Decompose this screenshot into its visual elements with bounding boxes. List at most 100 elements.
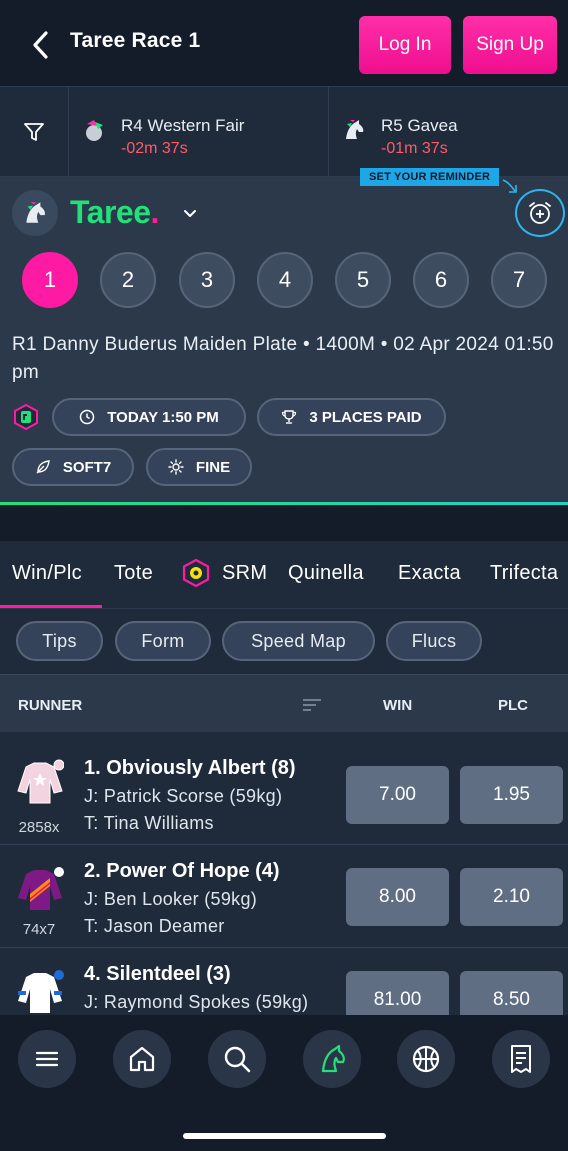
next-race-countdown: -02m 37s — [121, 140, 188, 157]
win-odds-button[interactable]: 81.00 — [346, 971, 449, 1015]
bet-type-tabs: Win/Plc Tote SRM Quinella Exacta Trifect… — [0, 541, 568, 607]
places-paid-text: 3 PLACES PAID — [309, 408, 422, 426]
track-condition-text: SOFT7 — [62, 458, 112, 476]
jockey-silk-icon — [18, 867, 64, 910]
home-indicator — [183, 1133, 386, 1139]
section-gap — [0, 505, 568, 541]
place-odds-button[interactable]: 8.50 — [460, 971, 563, 1015]
horse-head-icon — [26, 202, 45, 223]
clock-icon — [80, 409, 95, 425]
win-odds-button[interactable]: 7.00 — [346, 766, 449, 824]
search-button[interactable] — [208, 1030, 266, 1088]
weather-chip: FINE — [146, 448, 252, 486]
race-number-button[interactable]: 4 — [257, 252, 313, 308]
srm-logo-icon — [182, 558, 210, 588]
weather-text: FINE — [195, 458, 231, 476]
tips-button[interactable]: Tips — [16, 621, 103, 661]
runner-name: 4. Silentdeel (3) — [84, 963, 231, 985]
filter-button[interactable] — [0, 87, 69, 176]
arrow-down-right-icon — [502, 179, 517, 193]
home-icon — [129, 1046, 155, 1072]
jockey-silk-icon — [86, 120, 103, 141]
tab-win-plc[interactable]: Win/Plc — [12, 562, 82, 585]
next-race-countdown: -01m 37s — [381, 140, 448, 157]
page-title: Taree Race 1 — [70, 29, 201, 52]
runner-name: 2. Power Of Hope (4) — [84, 860, 280, 882]
home-button[interactable] — [113, 1030, 171, 1088]
race-description: R1 Danny Buderus Maiden Plate • 1400M • … — [12, 334, 554, 383]
chevron-down-icon[interactable] — [180, 204, 200, 224]
tab-exacta[interactable]: Exacta — [398, 562, 461, 585]
race-number-button[interactable]: 3 — [179, 252, 235, 308]
race-number-button[interactable]: 2 — [100, 252, 156, 308]
race-number-button[interactable]: 1 — [22, 252, 78, 308]
tab-tote[interactable]: Tote — [114, 562, 153, 585]
track-condition-chip: SOFT7 — [12, 448, 134, 486]
horse-head-icon — [346, 120, 364, 139]
jockey-silk-icon — [18, 970, 64, 1013]
sports-button[interactable] — [397, 1030, 455, 1088]
tab-quinella[interactable]: Quinella — [288, 562, 364, 585]
tab-srm[interactable]: SRM — [222, 562, 267, 585]
sun-icon — [168, 459, 184, 475]
plc-column-header: PLC — [498, 697, 528, 714]
next-race-item[interactable]: R5 Gavea -01m 37s — [329, 87, 568, 176]
places-paid-chip: 3 PLACES PAID — [257, 398, 446, 436]
reminder-alarm-button[interactable] — [515, 189, 565, 237]
runner-table-header: RUNNER WIN PLC — [0, 674, 568, 732]
runner-column-header: RUNNER — [18, 697, 83, 714]
betslip-icon — [511, 1045, 531, 1073]
alarm-clock-icon — [529, 202, 551, 224]
next-race-name: R5 Gavea — [381, 116, 458, 135]
win-column-header: WIN — [383, 697, 413, 714]
runner-jockey: J: Patrick Scorse (59kg) — [84, 786, 283, 806]
betslip-button[interactable] — [492, 1030, 550, 1088]
next-race-name: R4 Western Fair — [121, 116, 245, 135]
bottom-navigation — [0, 1015, 568, 1151]
runner-jockey: J: Ben Looker (59kg) — [84, 889, 258, 909]
venue-name-text: Taree — [70, 194, 151, 230]
venue-avatar — [12, 190, 58, 236]
runner-trainer: T: Tina Williams — [84, 813, 214, 833]
jockey-silk-icon — [17, 759, 64, 804]
horse-racing-icon — [321, 1044, 345, 1073]
runner-jockey: J: Raymond Spokes (59kg) — [84, 992, 309, 1012]
next-race-item[interactable]: R4 Western Fair -02m 37s — [69, 87, 329, 176]
speed-map-button[interactable]: Speed Map — [222, 621, 375, 661]
race-time-chip: TODAY 1:50 PM — [52, 398, 246, 436]
search-icon — [224, 1046, 251, 1073]
table-row[interactable]: 74x7 2. Power Of Hope (4) J: Ben Looker … — [0, 846, 568, 948]
venue-name-dot: . — [150, 194, 160, 230]
place-odds-button[interactable]: 1.95 — [460, 766, 563, 824]
race-number-button[interactable]: 5 — [335, 252, 391, 308]
form-button[interactable]: Form — [115, 621, 211, 661]
race-time-text: TODAY 1:50 PM — [107, 408, 219, 426]
runner-form: 74x7 — [22, 921, 56, 938]
racing-button[interactable] — [303, 1030, 361, 1088]
login-button[interactable]: Log In — [359, 16, 451, 74]
table-row[interactable]: 2858x 1. Obviously Albert (8) J: Patrick… — [0, 732, 568, 845]
race-class-badge-icon — [14, 403, 38, 431]
runner-trainer: T: Jason Deamer — [84, 916, 225, 936]
flucs-button[interactable]: Flucs — [386, 621, 482, 661]
back-arrow-icon[interactable] — [26, 28, 56, 62]
tab-trifecta[interactable]: Trifecta — [490, 562, 558, 585]
runner-form: 2858x — [18, 819, 60, 836]
race-number-button[interactable]: 7 — [491, 252, 547, 308]
reminder-tooltip: SET YOUR REMINDER — [360, 168, 500, 186]
table-row[interactable]: 4. Silentdeel (3) J: Raymond Spokes (59k… — [0, 949, 568, 1015]
menu-button[interactable] — [18, 1030, 76, 1088]
filter-icon — [24, 122, 44, 141]
next-races-strip: R4 Western Fair -02m 37s R5 Gavea -01m 3… — [0, 86, 568, 177]
place-odds-button[interactable]: 2.10 — [460, 868, 563, 926]
signup-button[interactable]: Sign Up — [463, 16, 557, 74]
race-number-button[interactable]: 6 — [413, 252, 469, 308]
sort-icon[interactable] — [302, 697, 322, 713]
leaf-icon — [36, 460, 50, 474]
basketball-icon — [412, 1045, 440, 1073]
venue-name[interactable]: Taree. — [70, 194, 159, 231]
win-odds-button[interactable]: 8.00 — [346, 868, 449, 926]
trophy-icon — [282, 410, 297, 424]
runner-name: 1. Obviously Albert (8) — [84, 757, 296, 779]
menu-icon — [35, 1051, 59, 1067]
